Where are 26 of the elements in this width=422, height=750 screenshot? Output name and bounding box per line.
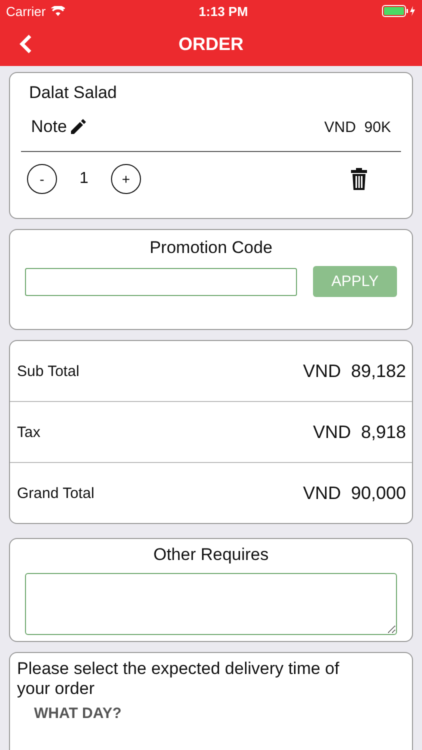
trash-icon[interactable]: [351, 168, 367, 190]
promo-code-field[interactable]: [25, 268, 297, 296]
total-label: Sub Total: [17, 362, 80, 380]
total-label: Tax: [17, 424, 40, 440]
delivery-prompt: Please select the expected delivery time of your order: [17, 659, 340, 699]
requests-field[interactable]: [25, 573, 397, 635]
day-heading: WHAT DAY?: [34, 705, 122, 722]
promotion-title: Promotion Code: [148, 238, 274, 258]
note-button[interactable]: Note: [31, 117, 87, 137]
battery-icon: [382, 5, 416, 17]
other-requires-title: Other Requires: [152, 545, 270, 565]
total-value: VND 8,918: [312, 422, 406, 442]
carrier-label: Carrier: [6, 4, 46, 18]
total-value: VND 89,182: [302, 360, 406, 382]
status-time: 1:13 PM: [198, 4, 248, 18]
total-value: VND 90,000: [302, 482, 406, 504]
decrease-button[interactable]: -: [27, 164, 57, 194]
item-name: Dalat Salad: [29, 83, 117, 103]
screen-title: ORDER: [178, 34, 244, 54]
quantity-value: 1: [78, 170, 90, 188]
wifi-icon: [50, 6, 65, 16]
item-price: VND 90K: [324, 118, 391, 136]
back-button[interactable]: [18, 34, 34, 54]
increase-button[interactable]: +: [111, 164, 141, 194]
total-label: Grand Total: [17, 484, 94, 502]
pencil-icon: [68, 118, 87, 136]
